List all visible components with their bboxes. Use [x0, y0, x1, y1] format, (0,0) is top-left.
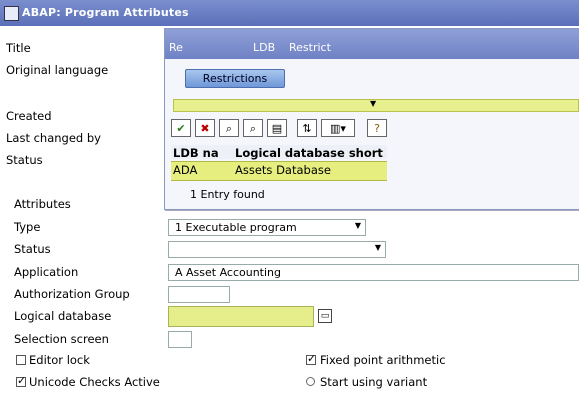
print-icon[interactable]: ▥▾ — [321, 119, 355, 137]
search-help-icon[interactable]: ▭ — [318, 309, 332, 323]
dialog-title-bar: Re LDB Restrict — [165, 29, 579, 59]
label-title: Title — [6, 41, 31, 55]
attributes-heading: Attributes — [14, 197, 71, 211]
restrictions-tab[interactable]: Restrictions — [185, 69, 285, 88]
column-header-ldb[interactable]: LDB na — [173, 146, 219, 160]
window-title-bar: ABAP: Program Attributes — [0, 0, 579, 26]
check-icon[interactable]: ✔ — [171, 119, 191, 137]
list-header: LDB na Logical database short — [171, 145, 387, 160]
search-icon[interactable]: ⌕ — [219, 119, 239, 137]
help-icon[interactable]: ? — [367, 119, 387, 137]
search-next-icon[interactable]: ⌕ — [243, 119, 263, 137]
sort-icon[interactable]: ⇅ — [297, 119, 317, 137]
application-field[interactable]: A Asset Accounting — [168, 264, 579, 281]
label-fixed-point: Fixed point arithmetic — [320, 353, 446, 367]
label-authorization-group: Authorization Group — [14, 287, 130, 301]
ldb-search-help-dialog: Re LDB Restrict Restrictions ▼ ✔ ✖ ⌕ ⌕ ▤… — [164, 28, 579, 210]
label-editor-lock: Editor lock — [29, 353, 90, 367]
status-select[interactable]: ▼ — [168, 241, 386, 258]
chevron-down-icon[interactable]: ▼ — [355, 221, 361, 230]
column-header-description[interactable]: Logical database short — [235, 146, 383, 160]
ldb-description-cell[interactable]: Assets Database — [235, 163, 331, 177]
label-type: Type — [14, 220, 41, 234]
authorization-group-field[interactable] — [168, 286, 230, 303]
document-icon — [4, 6, 19, 21]
dialog-title-part: Re — [169, 41, 183, 54]
type-value: 1 Executable program — [175, 221, 297, 234]
dialog-toolbar: ✔ ✖ ⌕ ⌕ ▤ ⇅ ▥▾ ? — [171, 119, 393, 139]
filter-icon[interactable]: ▤ — [267, 119, 287, 137]
label-last-changed-by: Last changed by — [6, 131, 101, 145]
selection-screen-field[interactable] — [168, 331, 192, 348]
editor-lock-checkbox[interactable] — [16, 355, 26, 365]
chevron-down-icon[interactable]: ▼ — [375, 243, 381, 252]
restriction-selection-bar[interactable]: ▼ — [173, 99, 579, 112]
application-value: A Asset Accounting — [175, 266, 282, 279]
dialog-title-part: LDB — [253, 41, 276, 54]
label-attr-status: Status — [14, 242, 51, 256]
unicode-checks-checkbox[interactable] — [16, 374, 26, 387]
label-created: Created — [6, 109, 52, 123]
label-selection-screen: Selection screen — [14, 332, 109, 346]
cancel-icon[interactable]: ✖ — [195, 119, 215, 137]
entry-count: 1 Entry found — [190, 188, 265, 201]
label-application: Application — [14, 265, 79, 279]
logical-database-field[interactable] — [168, 306, 314, 327]
fixed-point-checkbox[interactable] — [306, 352, 316, 365]
start-variant-toggle[interactable] — [306, 377, 315, 386]
label-logical-database: Logical database — [14, 309, 112, 323]
list-item[interactable]: ADA Assets Database — [171, 161, 387, 181]
dialog-title-part: Restrict — [289, 41, 331, 54]
chevron-down-icon[interactable]: ▼ — [370, 99, 376, 108]
label-status: Status — [6, 153, 43, 167]
label-unicode-checks: Unicode Checks Active — [29, 375, 160, 389]
main-area: Title Original language Created Last cha… — [0, 26, 579, 401]
ldb-name-cell[interactable]: ADA — [173, 163, 197, 177]
label-original-language: Original language — [6, 63, 109, 77]
window-title: ABAP: Program Attributes — [22, 6, 189, 19]
type-select[interactable]: 1 Executable program ▼ — [168, 219, 366, 236]
label-start-variant: Start using variant — [320, 375, 428, 389]
